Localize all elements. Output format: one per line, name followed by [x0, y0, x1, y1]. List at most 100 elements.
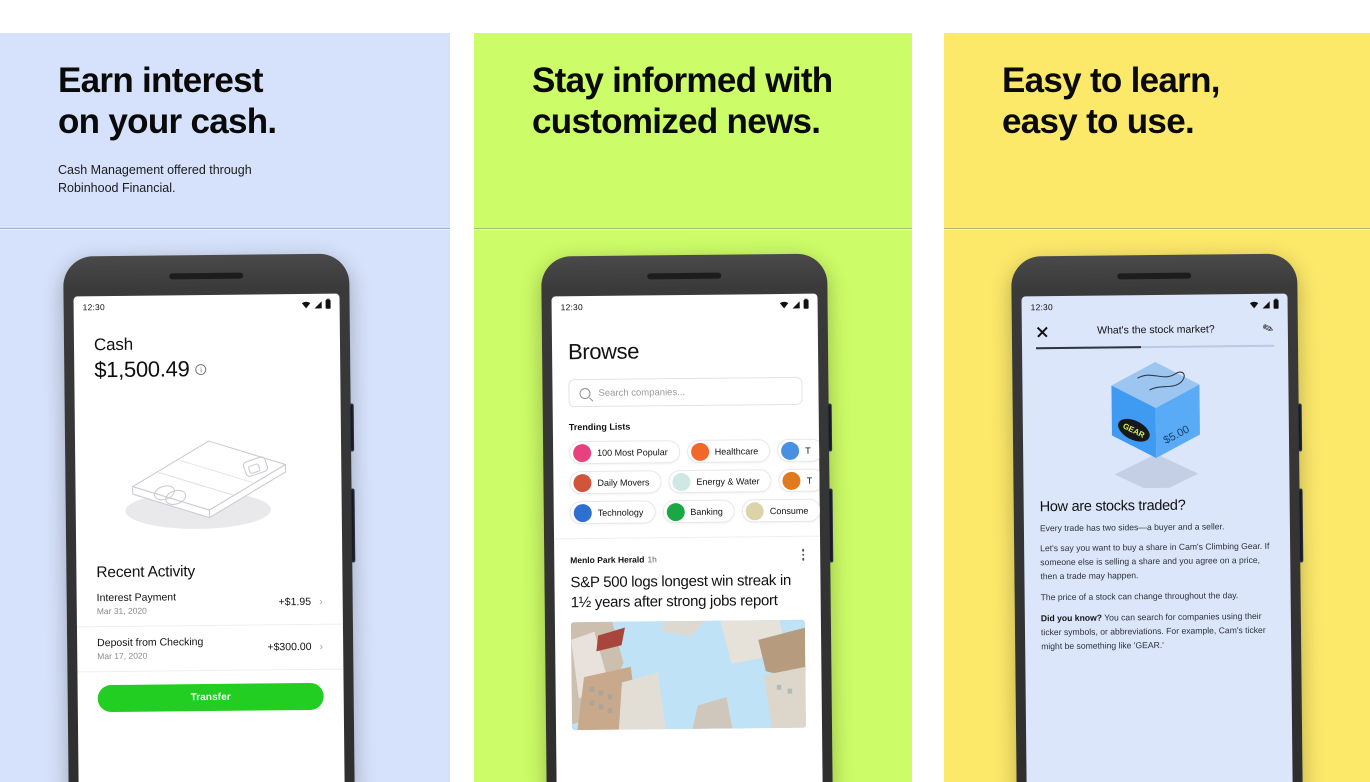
status-icons	[1249, 299, 1279, 309]
status-icons	[779, 299, 809, 309]
close-icon[interactable]	[1036, 325, 1049, 338]
phone-power-button[interactable]	[828, 488, 834, 563]
table-row[interactable]: Deposit from Checking Mar 17, 2020 +$300…	[76, 624, 344, 673]
lesson-paragraph: Let's say you want to buy a share in Cam…	[1040, 541, 1270, 582]
phone-volume-button[interactable]	[349, 403, 355, 452]
signal-icon	[1262, 300, 1270, 308]
headline-line-2: easy to use.	[1002, 101, 1195, 141]
phone-mockup-cash: 12:30 Cash $1,500.49 i Recent Activity I…	[63, 253, 356, 782]
avatar	[573, 473, 592, 492]
phone-volume-button[interactable]	[1297, 403, 1303, 452]
phone-speaker	[647, 272, 722, 280]
wifi-icon	[301, 301, 311, 308]
table-row[interactable]: Interest Payment Mar 31, 2020 +$1.95 ›	[76, 579, 343, 628]
phone-volume-button[interactable]	[827, 403, 833, 452]
chevron-right-icon: ›	[318, 595, 323, 608]
chip-label: Energy & Water	[696, 475, 760, 487]
list-item[interactable]: Healthcare	[686, 439, 771, 463]
phone-screen-cash: 12:30 Cash $1,500.49 i Recent Activity I…	[73, 293, 345, 782]
phone-speaker	[1117, 272, 1192, 280]
news-source-group: Menlo Park Herald 1h	[570, 549, 657, 568]
signal-icon	[792, 300, 800, 308]
panel-divider	[474, 228, 912, 229]
section-header: How are stocks traded?	[1039, 497, 1186, 515]
list-item[interactable]: Banking	[662, 499, 735, 524]
list-item[interactable]: Consume	[741, 498, 821, 523]
lesson-paragraph: The price of a stock can change througho…	[1040, 590, 1239, 603]
news-timestamp: 1h	[647, 554, 657, 565]
search-icon	[579, 387, 591, 399]
avatar	[745, 501, 764, 520]
avatar	[781, 441, 800, 460]
panel-cash-header: Earn interest on your cash. Cash Managem…	[0, 33, 450, 197]
browse-section: Browse Search companies... Trending List…	[552, 311, 823, 525]
list-item[interactable]: Technology	[569, 500, 656, 525]
status-time: 12:30	[560, 301, 583, 312]
stock-cube-illustration: GEAR $5.00	[1111, 361, 1200, 489]
more-options-icon[interactable]	[801, 548, 805, 561]
panel-divider	[944, 228, 1370, 229]
headline-line-1: Easy to learn,	[1002, 61, 1221, 100]
status-time: 12:30	[1030, 301, 1053, 312]
search-input[interactable]: Search companies...	[568, 376, 803, 408]
battery-icon	[325, 299, 331, 309]
phone-mockup-learn: 12:30 What's the stock market? ✎ GEAR $5…	[1011, 253, 1304, 782]
wifi-icon	[1249, 301, 1259, 308]
transfer-button[interactable]: Transfer	[97, 682, 324, 713]
activity-amount-group: +$300.00 ›	[267, 641, 323, 654]
panel-news-headline: Stay informed with customized news.	[532, 61, 912, 143]
news-thumbnail	[570, 619, 807, 731]
chip-label: 100 Most Popular	[597, 446, 668, 458]
avatar	[782, 471, 801, 490]
info-icon[interactable]: i	[195, 363, 207, 375]
panel-cash-subcopy: Cash Management offered through Robinhoo…	[58, 161, 450, 197]
panel-cash-headline: Earn interest on your cash.	[58, 61, 450, 143]
headline-line-1: Stay informed with	[532, 61, 833, 100]
panel-learn: Easy to learn, easy to use. 12:30 What's…	[944, 33, 1370, 782]
activity-amount-group: +$1.95 ›	[279, 596, 323, 608]
signal-icon	[314, 300, 322, 308]
list-item[interactable]: Energy & Water	[668, 469, 772, 494]
headline-line-2: customized news.	[532, 101, 821, 141]
list-item[interactable]: T	[778, 468, 823, 493]
news-headline: S&P 500 logs longest win streak in 1½ ye…	[570, 571, 792, 611]
avatar	[690, 442, 709, 461]
panel-learn-headline: Easy to learn, easy to use.	[1002, 61, 1370, 143]
lesson-content: How are stocks traded? Every trade has t…	[1024, 496, 1292, 654]
activity-info: Deposit from Checking Mar 17, 2020	[97, 636, 203, 661]
subcopy-line-2: Robinhood Financial.	[58, 181, 176, 195]
phone-screen-learn: 12:30 What's the stock market? ✎ GEAR $5…	[1021, 293, 1293, 782]
cube-illustration-area: GEAR $5.00	[1022, 346, 1290, 499]
activity-title: Deposit from Checking	[97, 636, 204, 650]
cash-amount: $1,500.49	[94, 356, 190, 383]
chip-label: T	[806, 475, 813, 486]
trending-chip-list: 100 Most Popular Healthcare T Daily Move…	[569, 438, 823, 525]
list-item[interactable]: Daily Movers	[569, 470, 662, 495]
chip-label: Healthcare	[714, 445, 759, 457]
did-you-know-paragraph: Did you know? You can search for compani…	[1041, 610, 1275, 654]
battery-icon	[803, 299, 809, 309]
activity-date: Mar 31, 2020	[96, 605, 147, 617]
subcopy-line-1: Cash Management offered through	[58, 162, 252, 177]
list-item[interactable]: T	[777, 438, 823, 463]
skyline-photo	[570, 619, 807, 731]
headline-line-2: on your cash.	[58, 101, 277, 141]
activity-title: Interest Payment	[96, 591, 177, 605]
avatar	[573, 503, 592, 522]
chip-label: Daily Movers	[597, 476, 650, 488]
phone-power-button[interactable]	[1298, 488, 1304, 563]
headline-line-1: Earn interest	[58, 61, 264, 100]
lesson-toolbar: What's the stock market? ✎	[1022, 311, 1288, 340]
phone-power-button[interactable]	[350, 488, 356, 563]
news-card[interactable]: Menlo Park Herald 1h S&P 500 logs longest…	[554, 535, 823, 731]
panel-news: Stay informed with customized news. 12:3…	[474, 33, 912, 782]
avatar	[666, 502, 685, 521]
status-icons	[301, 299, 331, 309]
pencil-icon[interactable]: ✎	[1260, 319, 1276, 338]
chip-label: Technology	[597, 506, 644, 518]
chip-label: Consume	[769, 505, 809, 516]
chevron-right-icon: ›	[319, 640, 324, 653]
panel-divider	[0, 228, 450, 229]
phone-speaker	[169, 272, 244, 280]
list-item[interactable]: 100 Most Popular	[569, 440, 680, 465]
